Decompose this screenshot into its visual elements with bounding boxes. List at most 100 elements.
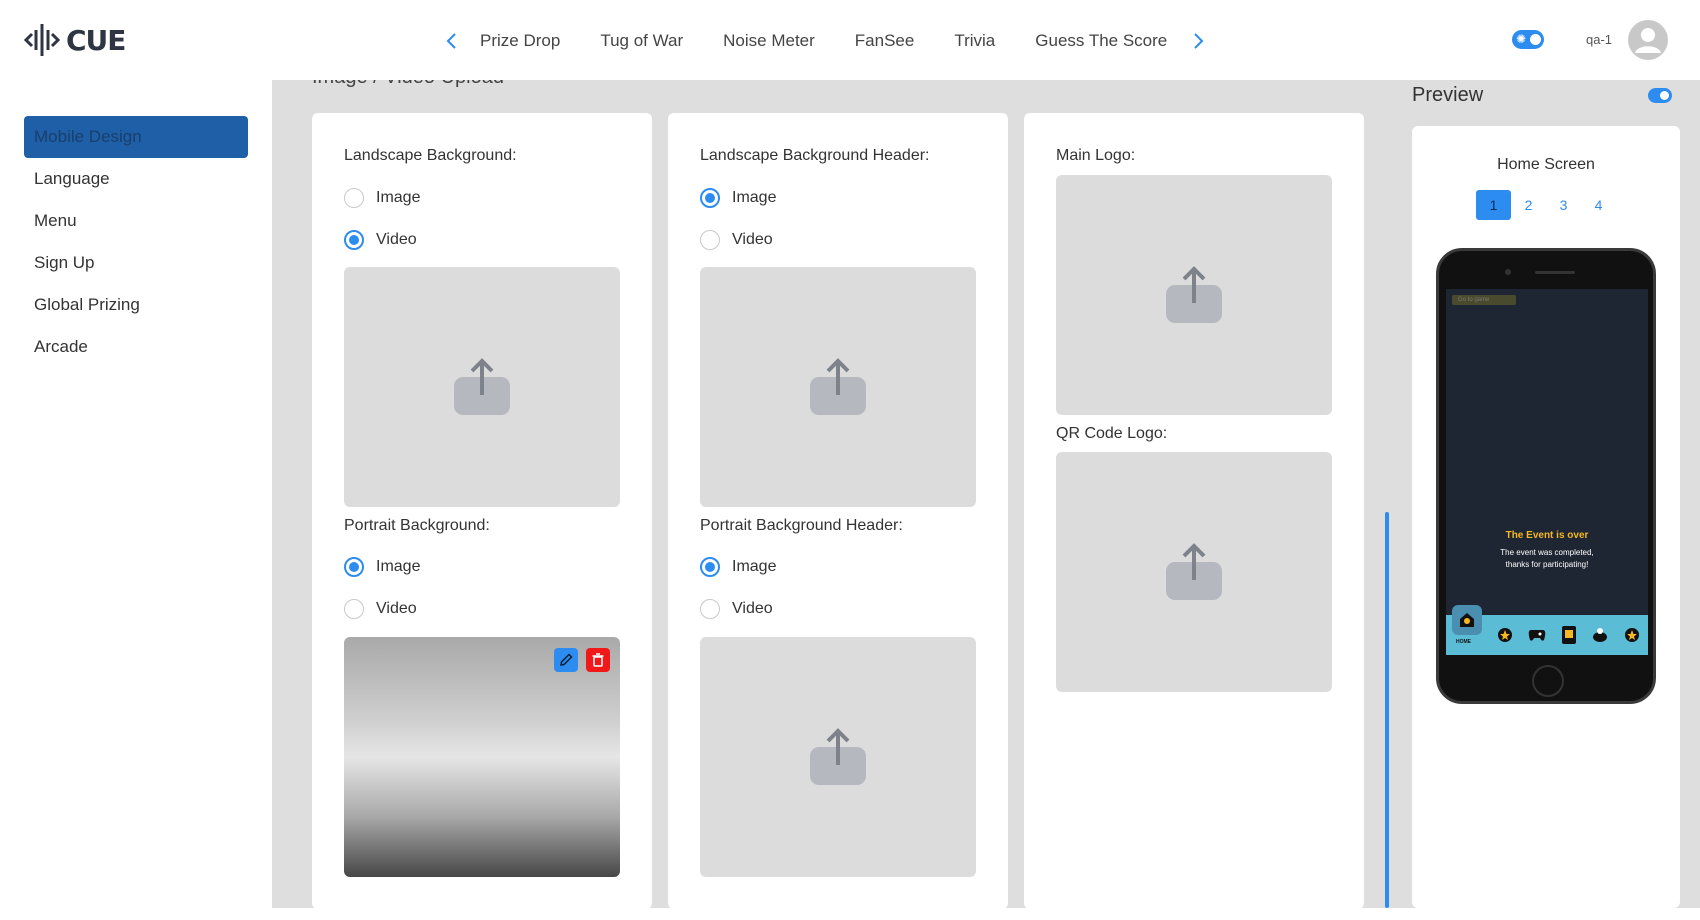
landscape-header-image-radio[interactable]: Image — [700, 187, 776, 209]
qr-code-logo-label: QR Code Logo: — [1056, 425, 1168, 442]
landscape-video-radio[interactable]: Video — [344, 229, 417, 251]
avatar[interactable] — [1628, 20, 1668, 60]
home-tab — [1452, 605, 1482, 635]
radio-circle-selected — [344, 230, 364, 250]
trash-icon — [592, 653, 604, 667]
background-card: Landscape Background: Image Video Portra… — [312, 113, 652, 908]
main-content: Image / Video Upload Landscape Backgroun… — [272, 80, 1384, 908]
star-badge-icon — [1623, 626, 1641, 644]
gamepad-icon — [1528, 626, 1546, 644]
go-to-game-button: Go to game — [1452, 295, 1516, 305]
portrait-video-radio[interactable]: Video — [344, 598, 417, 620]
portrait-header-video-radio[interactable]: Video — [700, 598, 773, 620]
radio-label: Image — [732, 558, 777, 575]
portrait-header-label: Portrait Background Header: — [700, 517, 903, 534]
page-3-button[interactable]: 3 — [1546, 190, 1581, 220]
tab-tug-of-war[interactable]: Tug of War — [580, 24, 703, 58]
home-tab-label: HOME — [1456, 639, 1471, 645]
page-2-button[interactable]: 2 — [1511, 190, 1546, 220]
sidebar: Mobile Design Language Menu Sign Up Glob… — [0, 80, 272, 908]
sidebar-item-language[interactable]: Language — [24, 158, 248, 200]
edit-image-button[interactable] — [554, 648, 578, 672]
upload-icon — [1166, 266, 1222, 323]
portrait-header-upload[interactable] — [700, 637, 976, 877]
landscape-header-video-radio[interactable]: Video — [700, 229, 773, 251]
main-logo-upload[interactable] — [1056, 175, 1332, 415]
radio-circle — [344, 599, 364, 619]
radio-label: Video — [376, 231, 417, 248]
upload-icon — [454, 358, 510, 415]
page-1-button[interactable]: 1 — [1476, 190, 1511, 220]
background-header-card: Landscape Background Header: Image Video… — [668, 113, 1008, 908]
radio-label: Image — [376, 189, 421, 206]
upload-icon — [1166, 543, 1222, 600]
screen-name: Home Screen — [1497, 156, 1595, 173]
radio-circle-selected — [700, 188, 720, 208]
tab-fansee[interactable]: FanSee — [835, 24, 935, 58]
upload-icon — [810, 728, 866, 785]
radio-circle — [344, 188, 364, 208]
sidebar-item-sign-up[interactable]: Sign Up — [24, 242, 248, 284]
portrait-image-radio[interactable]: Image — [344, 556, 420, 578]
preview-pager: 1 2 3 4 — [1476, 190, 1616, 220]
phone-mockup: Go to game The Event is over The event w… — [1436, 248, 1656, 704]
preview-card: Home Screen 1 2 3 4 Go to game The Event… — [1412, 126, 1680, 908]
toggle-knob — [1530, 34, 1541, 45]
nav-next-button[interactable] — [1186, 24, 1212, 58]
chevron-left-icon — [446, 33, 456, 49]
sidebar-item-mobile-design[interactable]: Mobile Design — [24, 116, 248, 158]
delete-image-button[interactable] — [586, 648, 610, 672]
sidebar-item-global-prizing[interactable]: Global Prizing — [24, 284, 248, 326]
phone-speaker — [1535, 271, 1575, 274]
user-icon — [1635, 28, 1661, 53]
chevron-right-icon — [1194, 33, 1204, 49]
star-badge-icon — [1496, 626, 1514, 644]
main-scrollbar-thumb[interactable] — [1385, 512, 1389, 908]
portrait-background-label: Portrait Background: — [344, 517, 490, 534]
card-icon — [1560, 626, 1578, 644]
event-message: The event was completed, thanks for part… — [1446, 547, 1648, 571]
sidebar-item-arcade[interactable]: Arcade — [24, 326, 248, 368]
section-title: Image / Video Upload — [312, 80, 504, 89]
preview-toggle[interactable] — [1648, 88, 1672, 103]
qr-code-logo-upload[interactable] — [1056, 452, 1332, 692]
preview-title: Preview — [1412, 84, 1484, 106]
radio-label: Video — [732, 231, 773, 248]
tab-prize-drop[interactable]: Prize Drop — [464, 24, 580, 58]
landscape-image-radio[interactable]: Image — [344, 187, 420, 209]
event-over-title: The Event is over — [1505, 530, 1589, 541]
user-name: qa-1 — [1586, 32, 1613, 47]
top-bar: CUE Prize Drop Tug of War Noise Meter Fa… — [0, 0, 1700, 80]
sun-icon: ✺ — [1516, 32, 1527, 46]
soundwave-icon — [24, 24, 60, 56]
phone-tab-bar: HOME — [1446, 605, 1648, 655]
radio-circle — [700, 230, 720, 250]
page-4-button[interactable]: 4 — [1581, 190, 1616, 220]
landscape-background-label: Landscape Background: — [344, 147, 517, 164]
portrait-header-image-radio[interactable]: Image — [700, 556, 776, 578]
radio-label: Image — [376, 558, 421, 575]
tab-trivia[interactable]: Trivia — [934, 24, 1015, 58]
nav-prev-button[interactable] — [438, 24, 464, 58]
main-logo-label: Main Logo: — [1056, 147, 1136, 164]
tab-noise-meter[interactable]: Noise Meter — [703, 24, 835, 58]
tab-guess-the-score[interactable]: Guess The Score — [1015, 24, 1186, 58]
toggle-knob — [1660, 91, 1669, 100]
event-message-line-2: thanks for participating! — [1505, 560, 1589, 569]
pot-icon — [1591, 626, 1609, 644]
app-logo[interactable]: CUE — [24, 18, 126, 62]
event-message-line-1: The event was completed, — [1500, 548, 1594, 557]
radio-label: Image — [732, 189, 777, 206]
radio-circle — [700, 599, 720, 619]
landscape-background-upload[interactable] — [344, 267, 620, 507]
sidebar-item-menu[interactable]: Menu — [24, 200, 248, 242]
landscape-header-upload[interactable] — [700, 267, 976, 507]
radio-circle-selected — [344, 557, 364, 577]
logo-card: Main Logo: QR Code Logo: — [1024, 113, 1364, 908]
upload-icon — [810, 358, 866, 415]
logo-text: CUE — [66, 23, 126, 57]
game-tabs: Prize Drop Tug of War Noise Meter FanSee… — [464, 24, 1186, 58]
theme-toggle[interactable]: ✺ — [1512, 30, 1544, 49]
radio-label: Video — [732, 600, 773, 617]
preview-panel: Preview Home Screen 1 2 3 4 Go to game T… — [1390, 80, 1700, 908]
